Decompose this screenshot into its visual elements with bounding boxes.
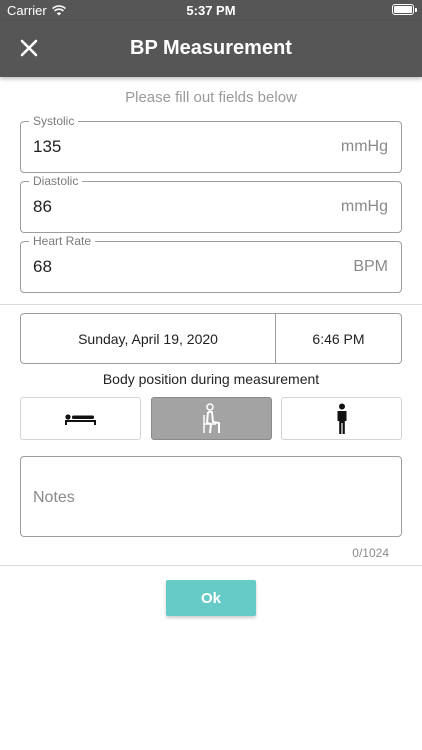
diastolic-label: Diastolic: [29, 174, 83, 188]
date-picker[interactable]: Sunday, April 19, 2020: [21, 314, 276, 363]
diastolic-value[interactable]: 86: [33, 197, 52, 217]
time-picker[interactable]: 6:46 PM: [276, 314, 401, 363]
notes-field[interactable]: Notes: [20, 456, 402, 537]
sitting-icon: [202, 402, 220, 433]
divider: [0, 304, 422, 305]
position-standing-button[interactable]: [281, 397, 402, 440]
heart-rate-unit: BPM: [353, 258, 388, 275]
ok-button[interactable]: Ok: [166, 580, 256, 616]
status-time: 5:37 PM: [186, 3, 236, 18]
header: BP Measurement: [0, 21, 422, 77]
notes-character-counter: 0/1024: [352, 546, 389, 560]
systolic-field[interactable]: Systolic 135 mmHg: [20, 114, 402, 173]
diastolic-unit: mmHg: [340, 198, 388, 215]
notes-placeholder: Notes: [33, 489, 75, 506]
battery-icon: [392, 4, 417, 15]
datetime-picker: Sunday, April 19, 2020 6:46 PM: [20, 313, 402, 364]
form-instructions: Please fill out fields below: [125, 89, 297, 106]
lying-down-icon: [64, 413, 96, 425]
position-sitting-button[interactable]: [151, 397, 272, 440]
standing-icon: [337, 403, 346, 434]
divider: [0, 565, 422, 566]
page-title: BP Measurement: [130, 37, 292, 59]
body-position-label: Body position during measurement: [102, 371, 320, 387]
heart-rate-field[interactable]: Heart Rate 68 BPM: [20, 234, 402, 293]
position-lying-button[interactable]: [20, 397, 141, 440]
heart-rate-value[interactable]: 68: [33, 257, 52, 277]
systolic-unit: mmHg: [340, 138, 388, 155]
systolic-value[interactable]: 135: [33, 137, 61, 157]
diastolic-field[interactable]: Diastolic 86 mmHg: [20, 174, 402, 233]
status-bar: Carrier 5:37 PM: [0, 0, 422, 21]
heart-rate-label: Heart Rate: [29, 234, 96, 248]
systolic-label: Systolic: [29, 114, 79, 128]
